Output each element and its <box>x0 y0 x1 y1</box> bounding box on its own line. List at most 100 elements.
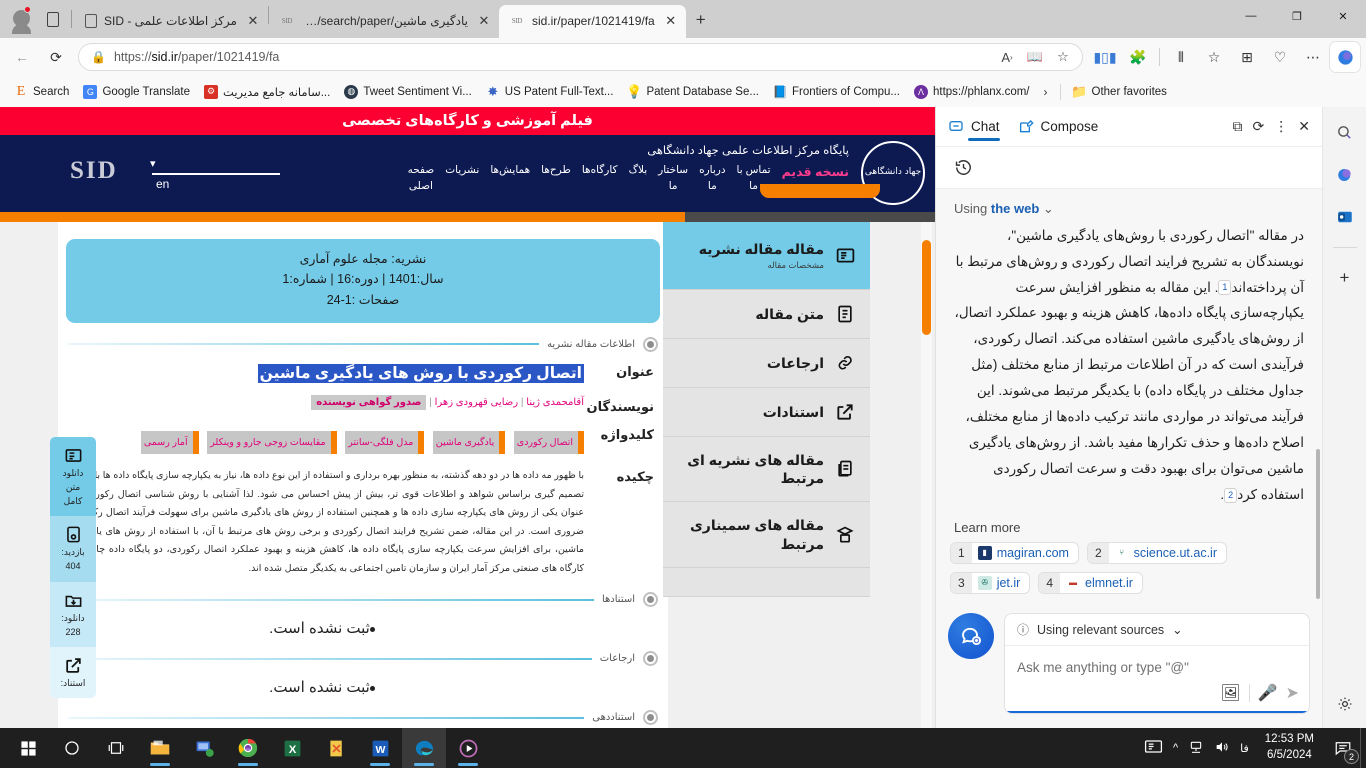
menu-item-references[interactable]: ارجاعات <box>663 339 870 389</box>
keyword-chip[interactable]: آمار رسمی <box>140 430 199 454</box>
collections-add-icon[interactable]: ⊞ <box>1231 42 1263 72</box>
immersive-reader-icon[interactable]: 📖 <box>1022 45 1048 69</box>
address-bar[interactable]: 🔒 https://sid.ir/paper/1021419/fa A › 📖 ☆ <box>78 43 1083 72</box>
tab-3-close-icon[interactable]: ✕ <box>662 12 680 30</box>
bookmark-tweet-sentiment[interactable]: ◍ Tweet Sentiment Vi... <box>338 82 477 102</box>
send-icon[interactable]: ➤ <box>1286 683 1299 703</box>
copilot-conversation[interactable]: Using the web ⌄ در مقاله "اتصال رکوردی ب… <box>936 189 1322 603</box>
nav-item-projects[interactable]: طرح‌ها <box>541 163 571 201</box>
bookmark-google-translate[interactable]: G Google Translate <box>77 82 196 102</box>
microphone-icon[interactable]: 🎤 <box>1258 683 1278 703</box>
citation-ref-2[interactable]: 2 <box>1224 487 1238 503</box>
maximize-button[interactable]: ❐ <box>1274 0 1320 32</box>
favorite-star-icon[interactable]: ☆ <box>1050 45 1076 69</box>
edge-icon[interactable] <box>402 728 446 768</box>
promo-banner[interactable]: فیلم آموزشی و کارگاه‌های تخصصی <box>0 106 935 135</box>
tab-2-close-icon[interactable]: ✕ <box>475 12 493 30</box>
bookmark-patent-database[interactable]: 💡 Patent Database Se... <box>621 82 765 102</box>
tab-chat[interactable]: Chat <box>948 107 1000 146</box>
source-chip-4[interactable]: 4 ▬ elmnet.ir <box>1038 571 1143 594</box>
new-tab-button[interactable]: + <box>686 5 716 35</box>
volume-icon[interactable] <box>1214 739 1230 758</box>
collections-chart-icon[interactable]: ▮▯▮ <box>1089 42 1121 72</box>
nav-item-home[interactable]: صفحه اصلی <box>408 163 435 201</box>
chrome-icon[interactable]: m <box>226 728 270 768</box>
bookmarks-overflow-chevron-icon[interactable]: › <box>1038 82 1054 102</box>
chevron-down-icon[interactable]: ⌄ <box>1172 622 1182 637</box>
sid-wordmark[interactable]: SID <box>70 157 118 185</box>
add-image-icon[interactable]: 🖼 <box>1220 683 1240 703</box>
tab-1-close-icon[interactable]: ✕ <box>244 12 262 30</box>
using-source-line[interactable]: Using the web ⌄ <box>954 201 1308 217</box>
nav-item-workshops[interactable]: کارگاه‌ها <box>582 163 618 201</box>
remote-desktop-icon[interactable] <box>182 728 226 768</box>
chevron-down-icon[interactable]: ⌄ <box>1043 201 1054 216</box>
author-1[interactable]: آقامحمدی ژینا <box>526 397 584 408</box>
close-window-button[interactable]: ✕ <box>1320 0 1366 32</box>
bookmark-search[interactable]: E Search <box>8 82 75 102</box>
outlook-icon[interactable] <box>1330 203 1360 231</box>
bookmark-phlanx[interactable]: Λ https://phlanx.com/ <box>908 82 1036 102</box>
language-selector[interactable]: ▾ en <box>150 158 280 191</box>
author-certificate-button[interactable]: صدور گواهی نویسنده <box>311 394 427 410</box>
minimize-button[interactable]: — <box>1228 0 1274 32</box>
chat-input[interactable]: Ask me anything or type "@" <box>1005 646 1309 679</box>
excel-icon[interactable]: X <box>270 728 314 768</box>
menu-item-extra[interactable] <box>663 567 870 597</box>
source-chip-3[interactable]: 3 ✇ jet.ir <box>950 571 1031 594</box>
bookmark-samaneh[interactable]: ⚙ سامانه جامع مدیریت... <box>198 82 336 102</box>
copilot-icon[interactable] <box>1330 42 1360 73</box>
refresh-button[interactable]: ⟳ <box>40 42 72 72</box>
vertical-tabs-button[interactable] <box>38 4 68 36</box>
more-options-icon[interactable]: ⋮ <box>1274 118 1288 135</box>
page-scrollbar-thumb[interactable] <box>922 239 931 335</box>
nav-item-journals[interactable]: نشریات <box>445 163 479 201</box>
history-icon[interactable] <box>954 158 973 177</box>
browser-essentials-icon[interactable]: ♡ <box>1264 42 1296 72</box>
copilot-scrollbar-thumb[interactable] <box>1316 448 1320 599</box>
split-screen-icon[interactable]: ⫴ <box>1165 42 1197 72</box>
close-icon[interactable]: ✕ <box>1298 118 1310 135</box>
tab-compose[interactable]: Compose <box>1018 107 1098 146</box>
menu-item-related-seminar-papers[interactable]: مقاله های سمیناری مرتبط <box>663 502 870 568</box>
word-icon[interactable]: W <box>358 728 402 768</box>
rail-views[interactable]: بازدید: 404 <box>50 516 96 582</box>
nav-item-blog[interactable]: بلاگ <box>629 163 648 201</box>
language-indicator[interactable]: فا <box>1240 742 1249 755</box>
task-view-icon[interactable] <box>94 728 138 768</box>
bookmark-frontiers[interactable]: 📘 Frontiers of Compu... <box>767 82 906 102</box>
keyword-chip[interactable]: مدل فلگی-سانتر <box>345 430 425 454</box>
clock[interactable]: 12:53 PM 6/5/2024 <box>1259 732 1320 763</box>
tab-1[interactable]: مرکز اطلاعات علمی - SID ✕ <box>75 5 268 38</box>
settings-gear-icon[interactable] <box>1330 690 1360 718</box>
nav-item-structure[interactable]: ساختار ما <box>658 163 688 201</box>
source-chip-2[interactable]: 2 ⑂ science.ut.ac.ir <box>1086 541 1227 564</box>
source-chip-1[interactable]: 1 ▮ magiran.com <box>950 541 1079 564</box>
author-2[interactable]: رضایی قهرودی زهرا <box>435 397 518 408</box>
tray-overflow-icon[interactable]: ^ <box>1173 742 1178 754</box>
add-favorites-icon[interactable]: ☆ <box>1198 42 1230 72</box>
windows-start-icon[interactable] <box>6 728 50 768</box>
citation-ref-1[interactable]: 1 <box>1218 280 1232 296</box>
add-sidebar-app-button[interactable]: + <box>1330 264 1360 292</box>
other-favorites-button[interactable]: 📁 Other favorites <box>1067 82 1173 102</box>
menu-item-related-journal-papers[interactable]: مقاله های نشریه ای مرتبط <box>663 437 870 503</box>
bookmark-us-patent[interactable]: ✸ US Patent Full-Text... <box>480 82 620 102</box>
endnote-icon[interactable] <box>314 728 358 768</box>
extensions-icon[interactable]: 🧩 <box>1122 42 1154 72</box>
network-icon[interactable] <box>1188 739 1204 758</box>
tab-2[interactable]: SID یادگیری ماشین/sid.ir/search/paper ✕ <box>269 5 499 38</box>
news-weather-icon[interactable] <box>1144 737 1163 759</box>
search-circle-icon[interactable] <box>50 728 94 768</box>
open-in-new-icon[interactable]: ⧉ <box>1233 118 1243 135</box>
nav-item-about[interactable]: درباره ما <box>699 163 725 201</box>
keyword-chip[interactable]: یادگیری ماشین <box>432 430 506 454</box>
back-button[interactable]: ← <box>6 42 38 72</box>
file-explorer-icon[interactable] <box>138 728 182 768</box>
rail-download-fulltext[interactable]: دانلود متن کامل <box>50 436 96 517</box>
composer-sources-selector[interactable]: ⓘ Using relevant sources ⌄ <box>1005 614 1309 646</box>
show-desktop-button[interactable] <box>1360 728 1366 768</box>
profile-button[interactable] <box>4 2 38 36</box>
menu-item-fulltext[interactable]: متن مقاله <box>663 290 870 340</box>
keyword-chip[interactable]: مقایسات زوجی جارو و وینکلر <box>207 430 337 454</box>
